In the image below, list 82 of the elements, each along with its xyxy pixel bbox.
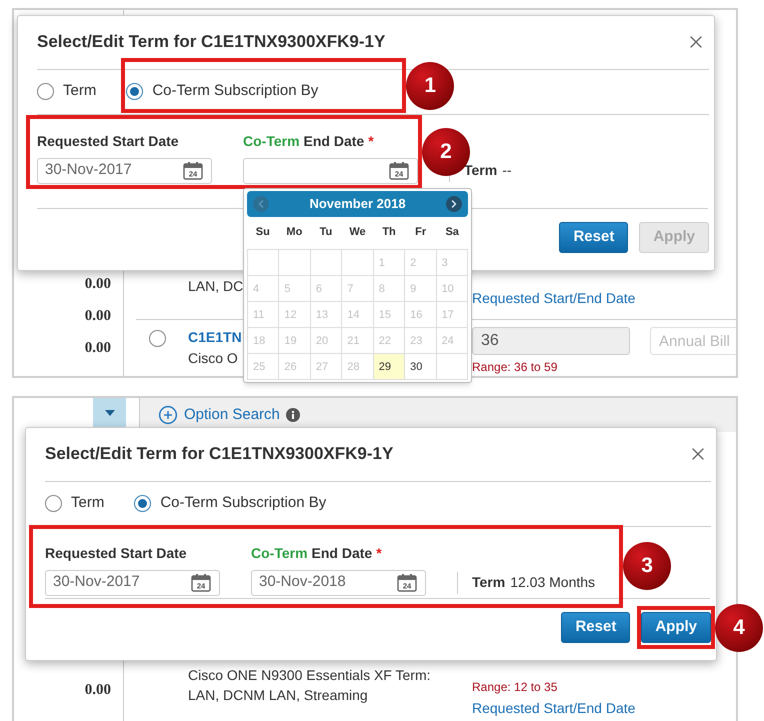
radio-button[interactable] bbox=[149, 330, 166, 347]
calendar-day: 26 bbox=[279, 354, 311, 380]
term-value: 12.03 Months bbox=[510, 573, 596, 592]
product-link[interactable]: C1E1TN bbox=[188, 327, 242, 348]
calendar-day: 17 bbox=[436, 302, 468, 328]
calendar-day: 3 bbox=[436, 250, 468, 276]
calendar-day: 23 bbox=[405, 328, 437, 354]
radio-button[interactable] bbox=[45, 495, 62, 512]
product-description: LAN, DC bbox=[188, 277, 244, 296]
dialog-button[interactable]: Reset bbox=[559, 222, 628, 253]
step-number-badge: 1 bbox=[406, 62, 454, 110]
empty-calendar-cell bbox=[436, 354, 468, 380]
calendar-day: 27 bbox=[310, 354, 342, 380]
calendar-day: 11 bbox=[248, 302, 280, 328]
weekday-label: We bbox=[348, 225, 367, 240]
weekday-label: Sa bbox=[444, 225, 460, 240]
calendar-day: 16 bbox=[405, 302, 437, 328]
calendar-day: 7 bbox=[342, 276, 374, 302]
calendar-day: 8 bbox=[374, 276, 406, 302]
range-text: Range: 36 to 59 bbox=[472, 359, 558, 376]
term-value: -- bbox=[502, 161, 512, 180]
info-icon bbox=[286, 408, 300, 422]
date-link[interactable]: Requested Start/End Date bbox=[472, 288, 650, 309]
calendar-day: 14 bbox=[342, 302, 374, 328]
calendar-day: 6 bbox=[310, 276, 342, 302]
weekday-label: Su bbox=[254, 225, 271, 240]
product-description: Cisco O bbox=[188, 349, 238, 368]
calendar-day: 21 bbox=[342, 328, 374, 354]
caret-icon bbox=[104, 410, 114, 416]
calendar-day: 24 bbox=[436, 328, 468, 354]
calendar-day: 4 bbox=[248, 276, 280, 302]
term-field[interactable]: 36 bbox=[472, 327, 630, 355]
amount-text: 0.00 bbox=[84, 340, 111, 356]
calendar-day: 10 bbox=[436, 276, 468, 302]
calendar-day: 13 bbox=[310, 302, 342, 328]
calendar-day: 5 bbox=[279, 276, 311, 302]
radio-button[interactable] bbox=[126, 83, 144, 100]
weekday-label: Mo bbox=[285, 225, 304, 240]
amount-text: 0.00 bbox=[84, 276, 111, 292]
add-icon[interactable] bbox=[158, 405, 178, 425]
weekday-label: Fr bbox=[414, 225, 428, 240]
field-label: Requested Start Date bbox=[45, 544, 188, 560]
product-description: Cisco ONE N9300 Essentials XF Term: LAN, DCNM LAN, Streaming bbox=[188, 666, 432, 705]
date-link[interactable]: Requested Start/End Date bbox=[472, 698, 650, 719]
dialog-button[interactable]: Reset bbox=[561, 612, 630, 643]
field-label: Requested Start Date bbox=[37, 132, 180, 148]
calendar-day: 9 bbox=[405, 276, 437, 302]
term-label: Term bbox=[472, 573, 506, 592]
calendar-day[interactable]: 29 bbox=[374, 354, 406, 380]
step-number-badge: 4 bbox=[715, 604, 763, 652]
option-label[interactable]: Co-Term Subscription By bbox=[160, 492, 326, 515]
calendar-day[interactable]: 30 bbox=[405, 354, 437, 380]
option-label[interactable]: Term bbox=[63, 80, 96, 103]
dialog-title: Select/Edit Term for C1E1TNX9300XFK9-1Y bbox=[37, 31, 386, 53]
weekday-label: Tu bbox=[318, 225, 334, 240]
dialog-button[interactable]: Apply bbox=[641, 612, 711, 643]
calendar-day: 12 bbox=[279, 302, 311, 328]
next-month-button[interactable] bbox=[446, 196, 462, 212]
weekday-label: Th bbox=[381, 225, 397, 240]
radio-button[interactable] bbox=[134, 495, 152, 512]
dialog-title: Select/Edit Term for C1E1TNX9300XFK9-1Y bbox=[45, 443, 394, 465]
calendar-day: 19 bbox=[279, 328, 311, 354]
option-search-link[interactable]: Option Search bbox=[184, 404, 280, 426]
calendar-day: 15 bbox=[374, 302, 406, 328]
radio-button[interactable] bbox=[37, 83, 54, 100]
step-number-badge: 3 bbox=[623, 542, 672, 590]
field-label: Co-Term End Date * bbox=[251, 544, 383, 560]
billing-field[interactable]: Annual Bill bbox=[650, 327, 736, 355]
calendar-day: 18 bbox=[248, 328, 280, 354]
option-label[interactable]: Co-Term Subscription By bbox=[152, 80, 318, 103]
range-text: Range: 12 to 35 bbox=[472, 679, 558, 696]
calendar-day: 2 bbox=[405, 250, 437, 276]
month-title: November 2018 bbox=[309, 194, 406, 213]
term-label: Term bbox=[464, 161, 498, 180]
calendar-day: 1 bbox=[374, 250, 406, 276]
option-label[interactable]: Term bbox=[71, 492, 104, 515]
amount-text: 0.00 bbox=[84, 682, 111, 698]
field-label: Co-Term End Date * bbox=[243, 132, 375, 148]
dropdown-button[interactable] bbox=[93, 398, 126, 428]
calendar-day: 25 bbox=[248, 354, 280, 380]
amount-text: 0.00 bbox=[84, 308, 111, 324]
calendar-day: 20 bbox=[310, 328, 342, 354]
